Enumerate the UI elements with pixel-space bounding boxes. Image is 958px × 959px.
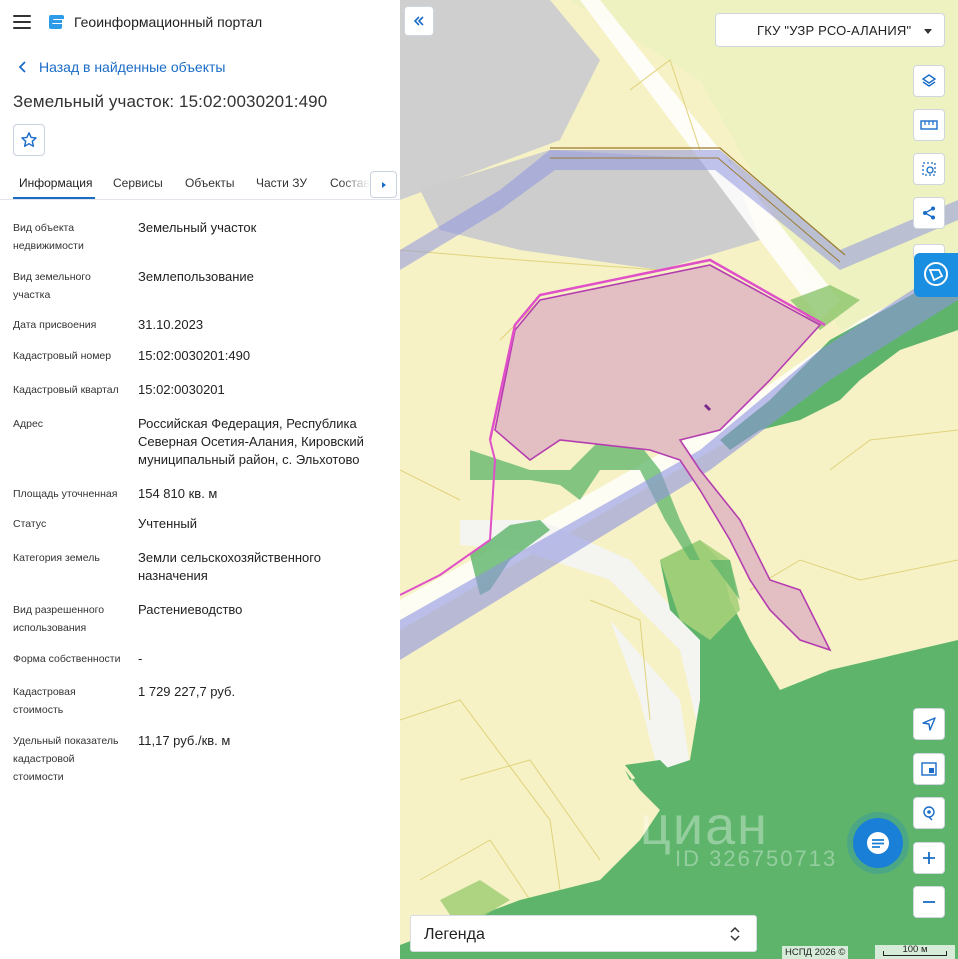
page-title: Земельный участок: 15:02:0030201:490 [13,92,328,111]
tabs-fade [340,168,370,199]
property-value: Растениеводство [138,602,243,617]
zoom-in-icon [923,852,935,864]
property-key: Вид разрешенного использования [13,604,105,634]
property-key: Площадь уточненная [13,488,118,500]
property-key: Вид земельного участка [13,271,91,301]
measure-button[interactable] [913,109,945,141]
zoom-in-button[interactable] [913,842,945,874]
property-value: - [138,651,143,666]
zoom-out-button[interactable] [913,886,945,918]
property-value: 15:02:0030201:490 [138,348,251,363]
select-area-button[interactable] [913,153,945,185]
property-key: Вид объекта недвижимости [13,222,84,252]
tabs-scroll-right-button[interactable] [370,171,397,198]
share-button[interactable] [913,197,945,229]
assistant-badge[interactable] [914,253,958,297]
tab-bar: Информация Сервисы Объекты Части ЗУ Сост… [0,168,400,200]
locate-icon [922,717,936,731]
property-value: 1 729 227,7 руб. [138,684,236,699]
locate-button[interactable] [913,708,945,740]
layers-button[interactable] [913,65,945,97]
property-value: 15:02:0030201 [138,382,225,397]
map-attribution: НСПД 2026 © [782,946,849,959]
layers-icon [921,74,937,87]
back-link-label: Назад в найденные объекты [39,59,226,75]
chat-button[interactable] [853,818,903,868]
organization-select-value: ГКУ "УЗР РСО-АЛАНИЯ" [757,23,912,38]
tab-objects[interactable]: Объекты [185,176,235,190]
property-key: Кадастровая стоимость [13,686,76,716]
property-value: 11,17 руб./кв. м [138,733,231,748]
chevron-left-icon [18,61,26,73]
organization-select[interactable]: ГКУ "УЗР РСО-АЛАНИЯ" [715,13,945,47]
panel-header: Геоинформационный портал [0,0,400,44]
chat-bubble-icon [924,262,948,286]
double-chevron-left-icon [413,16,424,26]
property-value: Учтенный [138,516,198,531]
chat-icon [867,832,889,854]
property-key: Удельный показатель кадастровой стоимост… [13,735,119,783]
tab-information[interactable]: Информация [19,176,92,190]
menu-icon[interactable] [13,15,31,29]
favorite-button[interactable] [13,124,45,156]
zoom-out-icon [923,901,935,903]
back-to-results-link[interactable]: Назад в найденные объекты [16,58,225,76]
scale-line [883,951,947,956]
watermark-id: ID 326750713 [675,846,838,871]
property-value: Землепользование [138,269,254,284]
info-panel: Геоинформационный портал Назад в найденн… [0,0,400,959]
tab-parts[interactable]: Части ЗУ [256,176,307,190]
legend-label: Легенда [424,926,485,943]
tab-services[interactable]: Сервисы [113,176,163,190]
scale-bar: 100 м [875,945,955,959]
share-icon [923,206,935,220]
property-value: Российская Федерация, Республика Северна… [138,416,364,467]
property-key: Статус [13,518,47,530]
select-area-icon [922,162,936,176]
property-key: Адрес [13,418,44,430]
property-value: 31.10.2023 [138,317,204,332]
collapse-panel-button[interactable] [404,6,434,36]
chevron-down-icon [924,29,932,34]
geotag-button[interactable] [913,797,945,829]
app-title: Геоинформационный портал [74,14,263,30]
geotag-icon [923,806,935,821]
property-value: 154 810 кв. м [138,486,218,501]
property-key: Дата присвоения [13,319,97,331]
expand-icon [730,926,740,942]
property-key: Категория земель [13,552,100,564]
minimap-icon [921,762,937,776]
property-value: Земли сельскохозяйственного назначения [138,550,321,583]
legend-toggle[interactable]: Легенда [410,915,757,952]
property-key: Кадастровый квартал [13,384,119,396]
caret-right-icon [381,181,386,188]
property-value: Земельный участок [138,220,257,235]
ruler-icon [920,120,938,130]
map-view[interactable]: циан ID 326750713 ГКУ "УЗР РСО-АЛАНИЯ" Л… [400,0,958,959]
star-icon [21,132,37,147]
minimap-button[interactable] [913,753,945,785]
property-key: Форма собственности [13,653,121,665]
property-key: Кадастровый номер [13,350,112,362]
active-tab-indicator [13,197,95,199]
portal-logo [49,15,64,29]
